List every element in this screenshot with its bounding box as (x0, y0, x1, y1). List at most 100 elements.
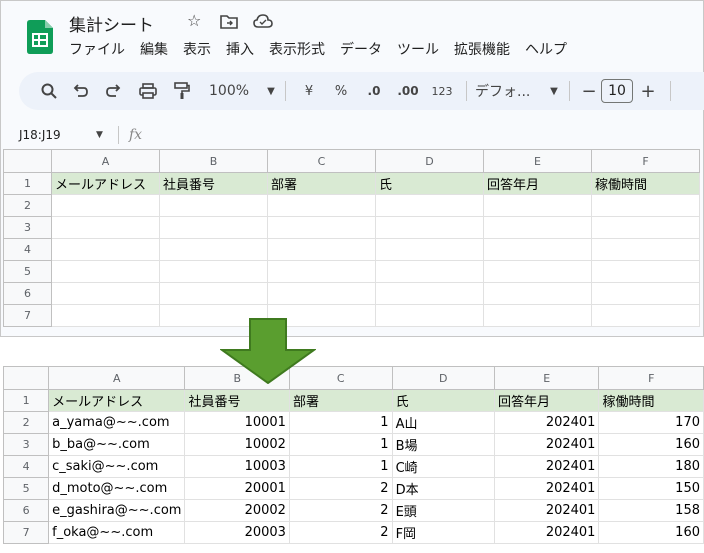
font-size-field[interactable]: 10 (600, 72, 634, 110)
column-header-a[interactable]: A (48, 366, 186, 390)
undo-icon[interactable] (63, 72, 97, 110)
print-icon[interactable] (131, 72, 165, 110)
email-cell[interactable]: a_yama@~~.com (48, 411, 186, 434)
email-cell[interactable]: b_ba@~~.com (48, 433, 186, 456)
working-hours-cell[interactable]: 150 (598, 477, 704, 500)
chevron-down-icon[interactable]: ▼ (96, 130, 103, 140)
empty-cell[interactable] (483, 238, 592, 261)
header-cell-email[interactable]: メールアドレス (51, 172, 160, 195)
row-header[interactable]: 2 (3, 194, 52, 217)
empty-cell[interactable] (51, 304, 160, 327)
department-cell[interactable]: 2 (288, 477, 393, 500)
empty-cell[interactable] (51, 282, 160, 305)
answer-month-cell[interactable]: 202401 (493, 521, 600, 544)
menu-file[interactable]: ファイル (69, 39, 125, 61)
answer-month-cell[interactable]: 202401 (493, 499, 600, 522)
header-cell-surname[interactable]: 氏 (391, 389, 495, 412)
empty-cell[interactable] (483, 282, 592, 305)
email-cell[interactable]: f_oka@~~.com (48, 521, 186, 544)
employee-id-cell[interactable]: 20003 (184, 521, 290, 544)
employee-id-cell[interactable]: 20001 (184, 477, 290, 500)
empty-cell[interactable] (159, 216, 268, 239)
empty-cell[interactable] (159, 260, 268, 283)
decrease-decimal-button[interactable]: .0 (358, 72, 390, 110)
surname-cell[interactable]: B場 (391, 433, 495, 456)
surname-cell[interactable]: C崎 (391, 455, 495, 478)
department-cell[interactable]: 1 (288, 411, 393, 434)
menu-format[interactable]: 表示形式 (269, 39, 325, 61)
row-header[interactable]: 7 (2, 521, 50, 544)
answer-month-cell[interactable]: 202401 (493, 411, 600, 434)
department-cell[interactable]: 2 (288, 499, 393, 522)
employee-id-cell[interactable]: 20002 (184, 499, 290, 522)
star-icon[interactable]: ☆ (187, 11, 201, 30)
empty-cell[interactable] (51, 238, 160, 261)
department-cell[interactable]: 1 (288, 455, 393, 478)
empty-cell[interactable] (591, 238, 700, 261)
working-hours-cell[interactable]: 170 (598, 411, 704, 434)
search-icon[interactable] (35, 72, 63, 110)
empty-cell[interactable] (483, 194, 592, 217)
email-cell[interactable]: d_moto@~~.com (48, 477, 186, 500)
header-cell-email[interactable]: メールアドレス (48, 389, 186, 412)
row-header[interactable]: 7 (3, 304, 52, 327)
column-header-d[interactable]: D (391, 366, 495, 390)
row-header[interactable]: 1 (3, 172, 52, 195)
font-size-decrease-button[interactable]: − (578, 72, 600, 110)
zoom-select[interactable]: 100% (199, 72, 265, 110)
column-header-e[interactable]: E (493, 366, 600, 390)
header-cell-employee-id[interactable]: 社員番号 (159, 172, 268, 195)
empty-cell[interactable] (375, 304, 484, 327)
surname-cell[interactable]: F岡 (391, 521, 495, 544)
empty-cell[interactable] (483, 260, 592, 283)
empty-cell[interactable] (51, 194, 160, 217)
department-cell[interactable]: 2 (288, 521, 393, 544)
menu-data[interactable]: データ (340, 39, 382, 61)
empty-cell[interactable] (51, 260, 160, 283)
column-header-b[interactable]: B (159, 149, 268, 173)
empty-cell[interactable] (591, 194, 700, 217)
empty-cell[interactable] (375, 194, 484, 217)
menu-tools[interactable]: ツール (397, 39, 439, 61)
chevron-down-icon[interactable]: ▼ (265, 72, 277, 110)
empty-cell[interactable] (159, 238, 268, 261)
answer-month-cell[interactable]: 202401 (493, 477, 600, 500)
menu-insert[interactable]: 挿入 (226, 39, 254, 61)
empty-cell[interactable] (51, 216, 160, 239)
header-cell-department[interactable]: 部署 (288, 389, 393, 412)
empty-cell[interactable] (483, 304, 592, 327)
empty-cell[interactable] (267, 194, 376, 217)
column-header-f[interactable]: F (591, 149, 700, 173)
header-cell-employee-id[interactable]: 社員番号 (184, 389, 290, 412)
document-title[interactable]: 集計シート (69, 11, 154, 36)
row-header[interactable]: 3 (2, 433, 50, 456)
empty-cell[interactable] (267, 216, 376, 239)
header-cell-department[interactable]: 部署 (267, 172, 376, 195)
header-cell-answer-month[interactable]: 回答年月 (483, 172, 592, 195)
empty-cell[interactable] (591, 304, 700, 327)
empty-cell[interactable] (267, 260, 376, 283)
number-format-button[interactable]: 123 (426, 72, 458, 110)
answer-month-cell[interactable]: 202401 (493, 455, 600, 478)
row-header[interactable]: 3 (3, 216, 52, 239)
chevron-down-icon[interactable]: ▼ (547, 72, 561, 110)
row-header[interactable]: 2 (2, 411, 50, 434)
surname-cell[interactable]: D本 (391, 477, 495, 500)
row-header[interactable]: 1 (2, 389, 50, 412)
currency-format-button[interactable]: ¥ (294, 72, 324, 110)
row-header[interactable]: 5 (2, 477, 50, 500)
empty-cell[interactable] (267, 238, 376, 261)
name-box[interactable]: J18:J19 (19, 128, 61, 142)
empty-cell[interactable] (375, 238, 484, 261)
font-select[interactable]: デフォ... (475, 72, 547, 110)
paint-format-icon[interactable] (165, 72, 199, 110)
column-header-d[interactable]: D (375, 149, 484, 173)
column-header-c[interactable]: C (267, 149, 376, 173)
row-header[interactable]: 6 (2, 499, 50, 522)
menu-help[interactable]: ヘルプ (525, 39, 567, 61)
working-hours-cell[interactable]: 158 (598, 499, 704, 522)
header-cell-working-hours[interactable]: 稼働時間 (598, 389, 704, 412)
working-hours-cell[interactable]: 160 (598, 433, 704, 456)
menu-extensions[interactable]: 拡張機能 (454, 39, 510, 61)
working-hours-cell[interactable]: 180 (598, 455, 704, 478)
